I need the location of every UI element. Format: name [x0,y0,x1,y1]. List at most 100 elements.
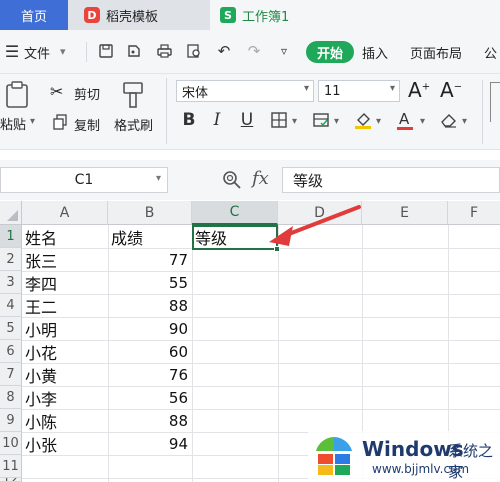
row-header-4[interactable]: 4 [0,294,22,317]
redo-icon[interactable]: ↷ [244,40,264,62]
tab-page-layout[interactable]: 页面布局 [410,43,462,62]
cell-a4[interactable]: 王二 [25,294,107,317]
cell-b9[interactable]: 88 [108,409,192,432]
border-chevron-down-icon[interactable]: ▾ [292,116,297,127]
cell-b8[interactable]: 56 [108,386,192,409]
bold-icon[interactable]: B [178,108,200,132]
column-header-b[interactable]: B [108,201,192,225]
column-header-f[interactable]: F [448,201,500,225]
print-preview-icon[interactable] [184,40,204,62]
fill-color-chevron-down-icon[interactable]: ▾ [376,116,381,127]
export-pdf-icon[interactable] [124,40,144,62]
clear-format-chevron-down-icon[interactable]: ▾ [462,116,467,127]
column-header-a[interactable]: A [22,201,108,225]
windows-logo-icon [316,437,352,475]
cell-b6[interactable]: 60 [108,340,192,363]
cell-b1[interactable]: 成绩 [111,225,191,248]
watermark-url: www.bjjmlv.com [372,462,470,476]
border-icon[interactable] [268,108,290,132]
paste-icon[interactable] [4,80,32,110]
tab-workbook-label: 工作簿1 [242,9,290,25]
cell-b2[interactable]: 77 [108,248,192,271]
font-name-chevron-down-icon: ▾ [303,83,309,94]
tab-template[interactable]: D 稻壳模板 [70,0,205,30]
customize-toolbar-icon[interactable]: ▿ [274,40,294,62]
underline-icon[interactable]: U [236,108,258,132]
formula-input-value: 等级 [293,171,324,190]
cell-a1[interactable]: 姓名 [25,225,107,248]
font-name-value: 宋体 [182,85,209,101]
document-tab-bar: 首页 D 稻壳模板 S 工作簿1 [0,0,500,30]
annotation-arrow-icon [269,205,361,246]
row-header-6[interactable]: 6 [0,340,22,363]
cell-a9[interactable]: 小陈 [25,409,107,432]
italic-icon[interactable]: I [206,108,228,132]
watermark: Windows 系统之家 www.bjjmlv.com [308,431,500,482]
undo-icon[interactable]: ↶ [214,40,234,62]
tab-formula[interactable]: 公 [484,43,497,62]
cell-b5[interactable]: 90 [108,317,192,340]
cell-b7[interactable]: 76 [108,363,192,386]
font-size-select[interactable]: 11 ▾ [318,80,400,102]
name-box-value: C1 [74,172,94,188]
font-name-select[interactable]: 宋体 ▾ [176,80,314,102]
tab-start[interactable]: 开始 [306,41,354,63]
spreadsheet-icon: S [220,7,236,23]
formula-bar: C1 ▾ fx 等级 [0,160,500,200]
format-painter-icon[interactable] [120,80,146,114]
font-color-chevron-down-icon[interactable]: ▾ [420,116,425,127]
cell-a6[interactable]: 小花 [25,340,107,363]
column-header-e[interactable]: E [362,201,448,225]
menu-file[interactable]: 文件 [24,43,50,62]
insert-function-button[interactable]: fx [252,168,269,189]
cell-b10[interactable]: 94 [108,432,192,455]
zoom-search-icon[interactable] [222,170,242,194]
cut-button[interactable]: 剪切 [74,84,100,103]
decrease-font-size-icon[interactable]: A− [440,78,462,102]
cell-a7[interactable]: 小黄 [25,363,107,386]
copy-icon[interactable] [52,114,68,134]
cell-a2[interactable]: 张三 [25,248,107,271]
menu-bar: ☰ 文件 ▾ ↶ ↷ ▿ 开始 插入 页面布局 公 [0,30,500,74]
name-box[interactable]: C1 ▾ [0,167,168,193]
fill-color-icon[interactable] [352,108,374,132]
cell-a3[interactable]: 李四 [25,271,107,294]
print-icon[interactable] [154,40,174,62]
row-header-8[interactable]: 8 [0,386,22,409]
row-header-11[interactable]: 11 [0,455,22,478]
row-header-10[interactable]: 10 [0,432,22,455]
cell-b4[interactable]: 88 [108,294,192,317]
select-all-corner[interactable] [0,201,22,225]
row-header-1[interactable]: 1 [0,225,22,248]
row-header-3[interactable]: 3 [0,271,22,294]
row-header-12[interactable]: 12 [0,478,22,482]
copy-button[interactable]: 复制 [74,115,100,134]
save-icon[interactable] [96,40,116,62]
cell-a8[interactable]: 小李 [25,386,107,409]
formula-input[interactable]: 等级 [282,167,500,193]
row-header-5[interactable]: 5 [0,317,22,340]
cell-a5[interactable]: 小明 [25,317,107,340]
cell-style-chevron-down-icon[interactable]: ▾ [334,116,339,127]
format-painter-button[interactable]: 格式刷 [114,115,153,134]
row-header-7[interactable]: 7 [0,363,22,386]
font-size-value: 11 [324,83,341,99]
tab-insert[interactable]: 插入 [362,43,388,62]
cell-style-icon[interactable] [310,108,332,132]
font-color-icon[interactable]: A [394,108,416,132]
row-header-2[interactable]: 2 [0,248,22,271]
row-header-9[interactable]: 9 [0,409,22,432]
tab-home[interactable]: 首页 [0,0,68,30]
cell-a10[interactable]: 小张 [25,432,107,455]
tab-workbook[interactable]: S 工作簿1 [210,0,500,30]
increase-font-size-icon[interactable]: A+ [408,78,430,102]
paste-button[interactable]: 粘贴 [0,114,26,133]
alignment-icon[interactable] [490,82,500,122]
file-chevron-down-icon[interactable]: ▾ [60,45,66,58]
name-box-chevron-down-icon: ▾ [155,173,161,184]
paste-chevron-down-icon[interactable]: ▾ [30,116,35,127]
cell-b3[interactable]: 55 [108,271,192,294]
scissors-icon[interactable]: ✂ [50,82,63,101]
hamburger-menu-icon[interactable]: ☰ [2,40,22,62]
clear-format-icon[interactable] [438,108,460,132]
